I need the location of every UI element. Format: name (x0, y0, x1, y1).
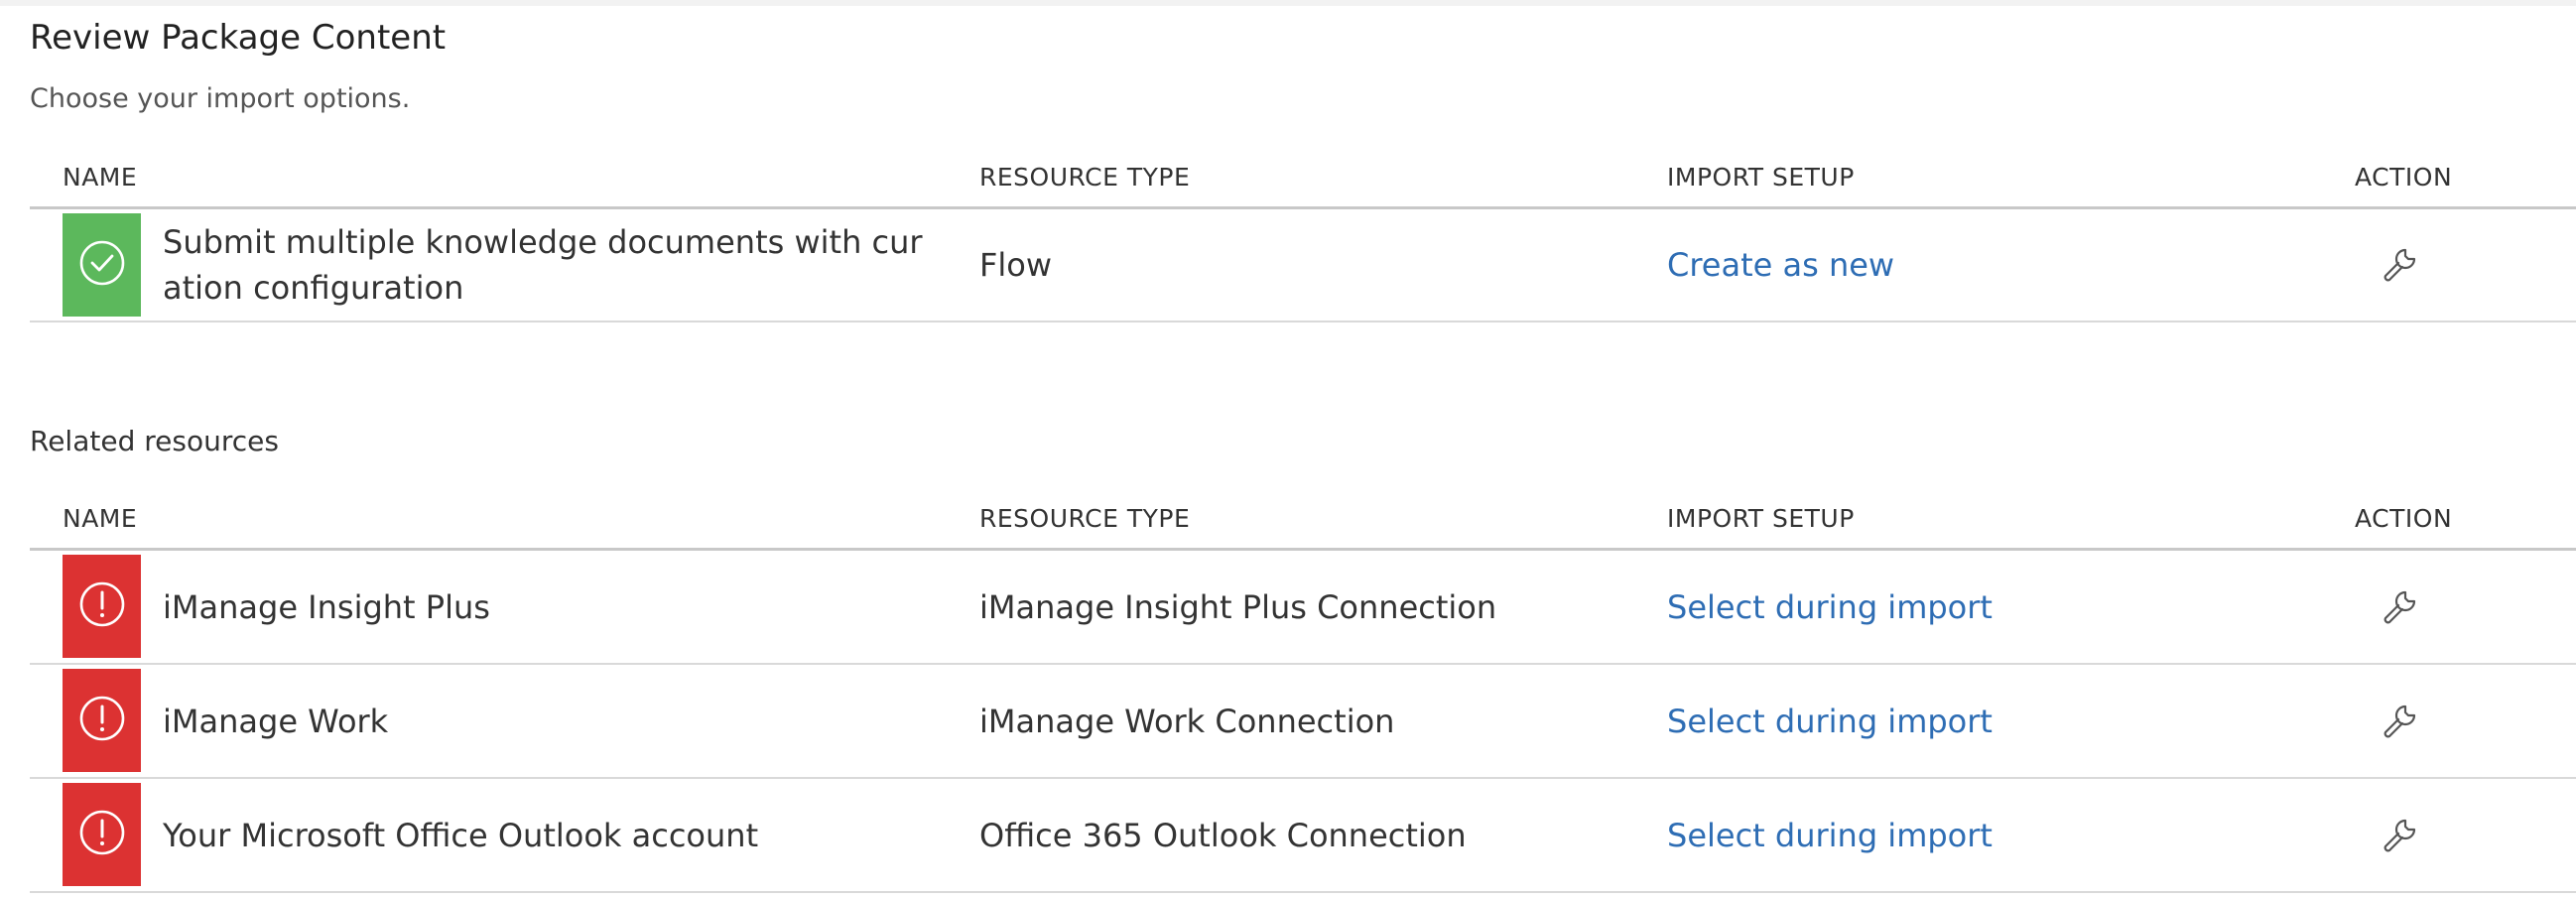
page-subtitle: Choose your import options. (30, 83, 411, 114)
wrench-icon (2380, 816, 2419, 855)
status-tile-success (63, 213, 141, 317)
table-row: iManage Insight Plus iManage Insight Plu… (30, 551, 2576, 665)
table-row: Your Microsoft Office Outlook account Of… (30, 779, 2576, 893)
column-header-resource-type: RESOURCE TYPE (979, 163, 1191, 192)
import-setup-link[interactable]: Select during import (1667, 779, 1993, 891)
package-content-table: NAME RESOURCE TYPE IMPORT SETUP ACTION S… (30, 149, 2576, 322)
related-resources-title: Related resources (30, 425, 279, 457)
row-resource-type: iManage Insight Plus Connection (979, 587, 1497, 626)
row-name: Your Microsoft Office Outlook account (163, 816, 759, 854)
table-header: NAME RESOURCE TYPE IMPORT SETUP ACTION (30, 149, 2576, 209)
related-resources-table: NAME RESOURCE TYPE IMPORT SETUP ACTION i… (30, 490, 2576, 893)
row-name: iManage Work (163, 702, 389, 740)
import-setup-link[interactable]: Create as new (1667, 209, 1894, 321)
exclamation-circle-icon (77, 694, 127, 747)
action-button[interactable] (2380, 209, 2419, 321)
column-header-resource-type: RESOURCE TYPE (979, 504, 1191, 533)
exclamation-circle-icon (77, 808, 127, 861)
column-header-name: NAME (63, 163, 138, 192)
status-tile-error (63, 555, 141, 658)
page-title: Review Package Content (30, 18, 447, 58)
row-resource-type: Office 365 Outlook Connection (979, 816, 1467, 854)
import-setup-link[interactable]: Select during import (1667, 665, 1993, 777)
action-button[interactable] (2380, 779, 2419, 891)
wrench-icon (2380, 245, 2419, 285)
row-name: Submit multiple knowledge documents with… (163, 223, 923, 307)
column-header-import-setup: IMPORT SETUP (1667, 163, 1855, 192)
column-header-action: ACTION (2355, 163, 2453, 192)
top-strip (0, 0, 2576, 6)
status-tile-error (63, 669, 141, 772)
column-header-action: ACTION (2355, 504, 2453, 533)
column-header-name: NAME (63, 504, 138, 533)
column-header-import-setup: IMPORT SETUP (1667, 504, 1855, 533)
action-button[interactable] (2380, 551, 2419, 663)
table-row: Submit multiple knowledge documents with… (30, 209, 2576, 322)
row-resource-type: Flow (979, 246, 1053, 284)
import-setup-link[interactable]: Select during import (1667, 551, 1993, 663)
exclamation-circle-icon (77, 579, 127, 633)
wrench-icon (2380, 702, 2419, 741)
action-button[interactable] (2380, 665, 2419, 777)
row-name: iManage Insight Plus (163, 587, 490, 626)
check-circle-icon (77, 238, 127, 292)
wrench-icon (2380, 587, 2419, 627)
table-header: NAME RESOURCE TYPE IMPORT SETUP ACTION (30, 490, 2576, 551)
status-tile-error (63, 783, 141, 886)
row-resource-type: iManage Work Connection (979, 702, 1395, 740)
table-row: iManage Work iManage Work Connection Sel… (30, 665, 2576, 779)
